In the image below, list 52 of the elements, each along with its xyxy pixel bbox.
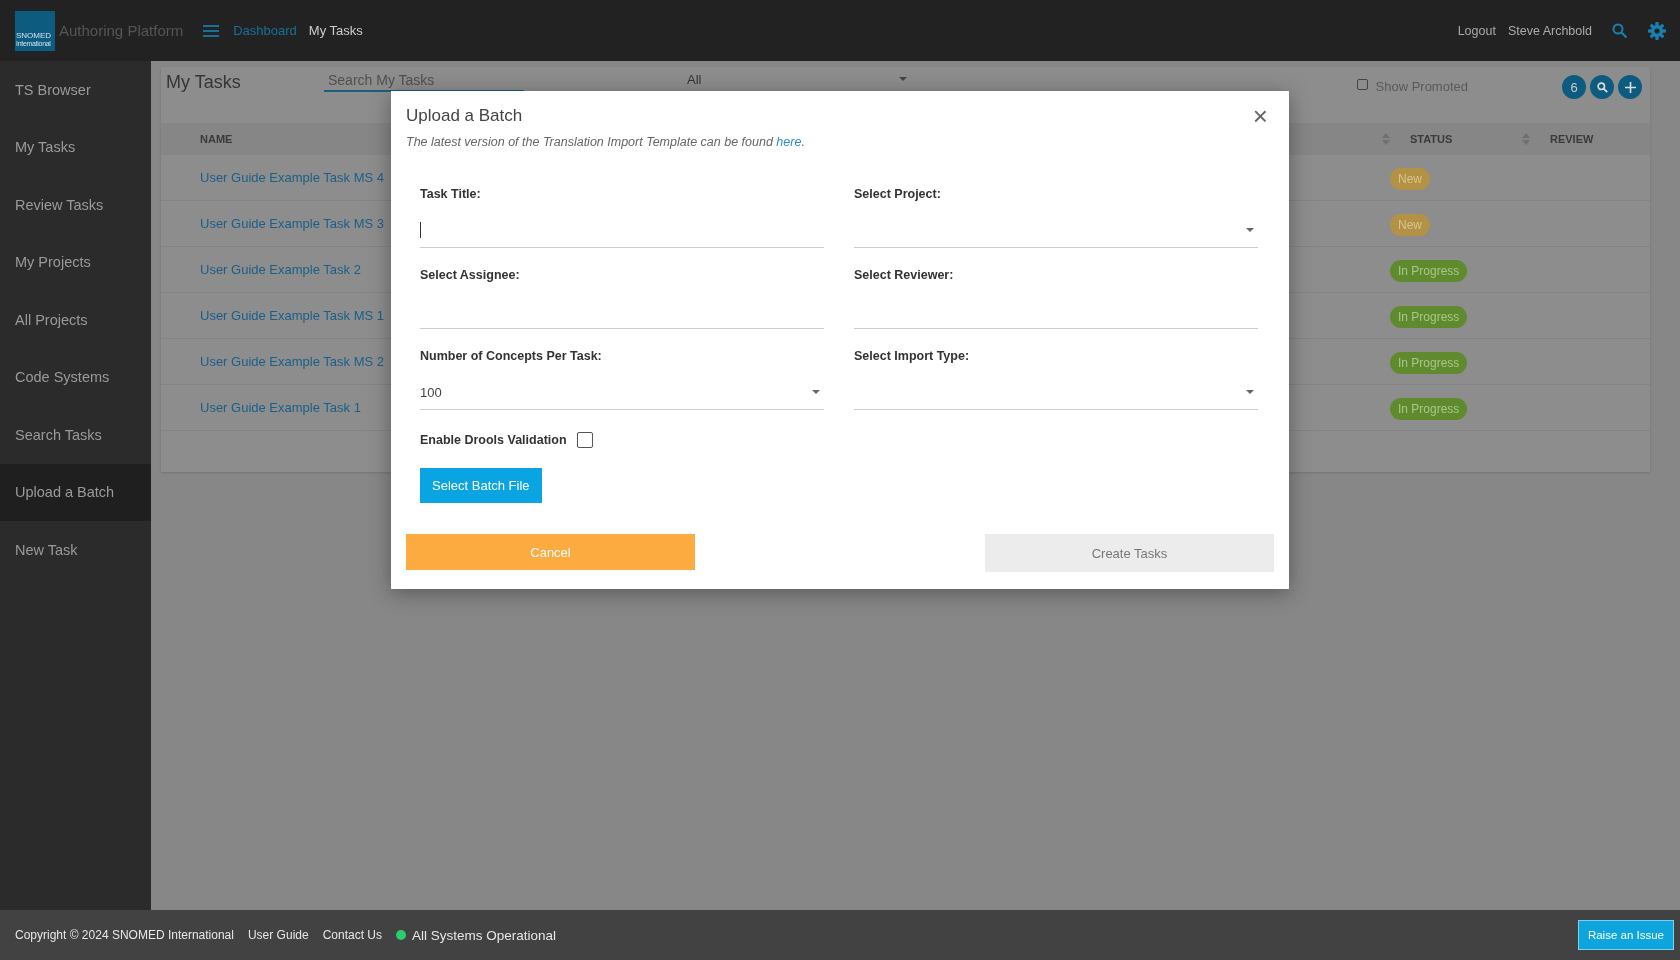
status-badge: In Progress: [1390, 305, 1468, 328]
settings-icon[interactable]: [1648, 21, 1666, 40]
dialog-title: Upload a Batch: [406, 106, 523, 126]
field-label: Task Title:: [420, 187, 482, 201]
select-field[interactable]: 100: [420, 375, 824, 410]
sidebar-item[interactable]: All Projects: [0, 291, 151, 349]
breadcrumb-link[interactable]: Dashboard: [233, 23, 297, 38]
status-badge: In Progress: [1390, 351, 1468, 374]
menu-icon[interactable]: [203, 24, 220, 37]
field-label: Select Assignee:: [420, 268, 521, 282]
add-button[interactable]: [1618, 75, 1642, 99]
search-button[interactable]: [1590, 75, 1614, 99]
sidebar-item[interactable]: My Projects: [0, 233, 151, 291]
sidebar-item[interactable]: New Task: [0, 521, 151, 579]
template-link[interactable]: here: [776, 135, 802, 149]
user-name[interactable]: Steve Archbold: [1507, 23, 1592, 38]
sidebar-item[interactable]: Code Systems: [0, 348, 151, 406]
count-badge: 6: [1562, 75, 1586, 99]
status-badge: New: [1390, 167, 1430, 190]
filter-dropdown[interactable]: All: [687, 70, 907, 88]
column-header[interactable]: REVIEW: [1550, 133, 1640, 145]
field-label: Number of Concepts Per Task:: [420, 349, 603, 363]
footer-link[interactable]: User Guide: [247, 928, 309, 942]
field-label: Select Project:: [854, 187, 942, 201]
sidebar-item[interactable]: Upload a Batch: [0, 463, 151, 521]
select-file-button[interactable]: Select Batch File: [420, 468, 542, 503]
status-badge: In Progress: [1390, 397, 1468, 420]
sidebar-item[interactable]: TS Browser: [0, 61, 151, 119]
status-badge: In Progress: [1390, 259, 1468, 282]
column-header[interactable]: NAME: [200, 133, 233, 145]
field-label: Select Import Type:: [854, 349, 971, 363]
drools-label: Enable Drools Validation: [420, 433, 567, 447]
logout-link[interactable]: Logout: [1457, 23, 1496, 38]
sidebar-item[interactable]: Review Tasks: [0, 176, 151, 234]
field-label: Select Reviewer:: [854, 268, 955, 282]
status-badge: New: [1390, 213, 1430, 236]
sidebar-item[interactable]: Search Tasks: [0, 406, 151, 464]
system-status: All Systems Operational: [412, 927, 557, 943]
search-icon: [1596, 81, 1608, 93]
sidebar-item[interactable]: My Tasks: [0, 118, 151, 176]
tasks-title: My Tasks: [166, 72, 242, 93]
template-note: The latest version of the Translation Import Template can be found here.: [406, 135, 806, 149]
checkbox[interactable]: [1356, 79, 1368, 90]
copyright-text: Copyright © 2024 SNOMED International: [15, 928, 234, 942]
checkbox[interactable]: [576, 432, 593, 448]
column-header[interactable]: STATUS: [1410, 133, 1522, 145]
search-icon[interactable]: [1612, 22, 1628, 39]
plus-icon: [1624, 81, 1636, 93]
raise-issue-button[interactable]: Raise an Issue: [1577, 920, 1674, 950]
footer-link[interactable]: Contact Us: [322, 928, 382, 942]
breadcrumb-link[interactable]: My Tasks: [308, 23, 363, 38]
close-button[interactable]: ×: [1246, 103, 1274, 129]
